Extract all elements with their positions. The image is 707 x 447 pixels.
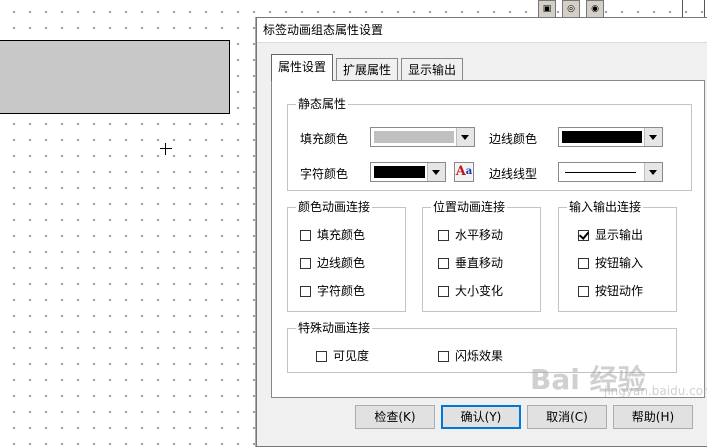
checkbox-label: 按钮输入 bbox=[595, 256, 644, 270]
checkbox-label: 显示输出 bbox=[595, 228, 644, 242]
border-style-label: 边线线型 bbox=[489, 167, 538, 181]
checkbox-label: 大小变化 bbox=[455, 284, 504, 298]
color-animation-group: 颜色动画连接 填充颜色 边线颜色 字符颜色 bbox=[287, 200, 406, 312]
checkbox-box[interactable] bbox=[316, 351, 327, 362]
baidu-watermark-logo: Bai 经验 jingyan.baidu.com bbox=[530, 358, 707, 400]
tab-panel-property-settings: 静态属性 填充颜色 边线颜色 字符颜色 Aa 边线线型 颜色动画连接 填充颜色 … bbox=[271, 80, 705, 398]
char-color-select[interactable] bbox=[370, 162, 446, 182]
checkbox-box[interactable] bbox=[578, 258, 589, 269]
fill-color-swatch bbox=[374, 131, 454, 143]
checkbox-visibility[interactable]: 可见度 bbox=[316, 349, 369, 365]
tab-display-output[interactable]: 显示输出 bbox=[401, 58, 464, 80]
group-title: 颜色动画连接 bbox=[296, 200, 373, 214]
checkbox-fill-color[interactable]: 填充颜色 bbox=[300, 228, 365, 244]
confirm-button[interactable]: 确认(Y) bbox=[441, 405, 521, 429]
checkbox-label: 按钮动作 bbox=[595, 284, 644, 298]
io-connection-group: 输入输出连接 显示输出 按钮输入 按钮动作 bbox=[558, 200, 677, 312]
fill-color-select[interactable] bbox=[370, 127, 475, 147]
toolbar-divider bbox=[682, 0, 683, 18]
checkbox-label: 填充颜色 bbox=[317, 228, 366, 242]
checkbox-label: 可见度 bbox=[333, 349, 370, 363]
border-color-select[interactable] bbox=[558, 127, 663, 147]
checkbox-label: 垂直移动 bbox=[455, 256, 504, 270]
checkbox-button-input[interactable]: 按钮输入 bbox=[578, 256, 643, 272]
checkbox-box[interactable] bbox=[300, 286, 311, 297]
font-icon-letter: A bbox=[455, 164, 466, 179]
checkbox-button-action[interactable]: 按钮动作 bbox=[578, 284, 643, 300]
font-settings-button[interactable]: Aa bbox=[454, 162, 474, 182]
toolbar-divider bbox=[704, 0, 705, 18]
char-color-swatch bbox=[374, 166, 425, 178]
chevron-down-icon[interactable] bbox=[427, 163, 445, 181]
crosshair-cursor-icon bbox=[160, 143, 172, 155]
chevron-down-icon[interactable] bbox=[644, 163, 662, 181]
char-color-label: 字符颜色 bbox=[300, 167, 349, 181]
checkbox-char-color[interactable]: 字符颜色 bbox=[300, 284, 365, 300]
checkbox-border-color[interactable]: 边线颜色 bbox=[300, 256, 365, 272]
group-title: 特殊动画连接 bbox=[296, 321, 373, 335]
checkbox-label: 闪烁效果 bbox=[455, 349, 504, 363]
checkbox-label: 边线颜色 bbox=[317, 256, 366, 270]
tab-property-settings[interactable]: 属性设置 bbox=[271, 54, 334, 81]
checkbox-box[interactable] bbox=[578, 286, 589, 297]
border-color-swatch bbox=[562, 131, 642, 143]
checkbox-size-change[interactable]: 大小变化 bbox=[438, 284, 503, 300]
cancel-button[interactable]: 取消(C) bbox=[527, 405, 607, 429]
checkbox-label: 水平移动 bbox=[455, 228, 504, 242]
checkbox-label: 字符颜色 bbox=[317, 284, 366, 298]
checkbox-box[interactable] bbox=[578, 230, 589, 241]
checkbox-blink-effect[interactable]: 闪烁效果 bbox=[438, 349, 503, 365]
checkbox-box[interactable] bbox=[438, 230, 449, 241]
chevron-down-icon[interactable] bbox=[644, 128, 662, 146]
tab-extended-properties[interactable]: 扩展属性 bbox=[336, 58, 399, 80]
group-title: 静态属性 bbox=[296, 97, 349, 111]
checkbox-display-output[interactable]: 显示输出 bbox=[578, 228, 643, 244]
group-title: 输入输出连接 bbox=[567, 200, 644, 214]
checkbox-box[interactable] bbox=[300, 258, 311, 269]
group-title: 位置动画连接 bbox=[431, 200, 508, 214]
static-properties-group: 静态属性 填充颜色 边线颜色 字符颜色 Aa 边线线型 bbox=[287, 97, 692, 191]
checkbox-box[interactable] bbox=[438, 286, 449, 297]
border-style-select[interactable] bbox=[558, 162, 663, 182]
dialog-title: 标签动画组态属性设置 bbox=[257, 18, 707, 43]
tab-label: 扩展属性 bbox=[343, 63, 392, 77]
checkbox-box[interactable] bbox=[438, 258, 449, 269]
checkbox-box[interactable] bbox=[438, 351, 449, 362]
checkbox-vertical-move[interactable]: 垂直移动 bbox=[438, 256, 503, 272]
checkbox-horizontal-move[interactable]: 水平移动 bbox=[438, 228, 503, 244]
check-button[interactable]: 检查(K) bbox=[355, 405, 435, 429]
line-style-sample bbox=[565, 172, 636, 173]
fill-color-label: 填充颜色 bbox=[300, 132, 349, 146]
checkbox-box[interactable] bbox=[300, 230, 311, 241]
chevron-down-icon[interactable] bbox=[456, 128, 474, 146]
help-button[interactable]: 帮助(H) bbox=[613, 405, 693, 429]
font-icon-letter-small: a bbox=[465, 166, 473, 177]
border-color-label: 边线颜色 bbox=[489, 132, 538, 146]
watermark-sub: jingyan.baidu.com bbox=[604, 384, 707, 398]
tab-label: 显示输出 bbox=[408, 63, 457, 77]
canvas-label-object[interactable] bbox=[0, 40, 230, 114]
position-animation-group: 位置动画连接 水平移动 垂直移动 大小变化 bbox=[422, 200, 541, 312]
tab-label: 属性设置 bbox=[278, 60, 327, 74]
